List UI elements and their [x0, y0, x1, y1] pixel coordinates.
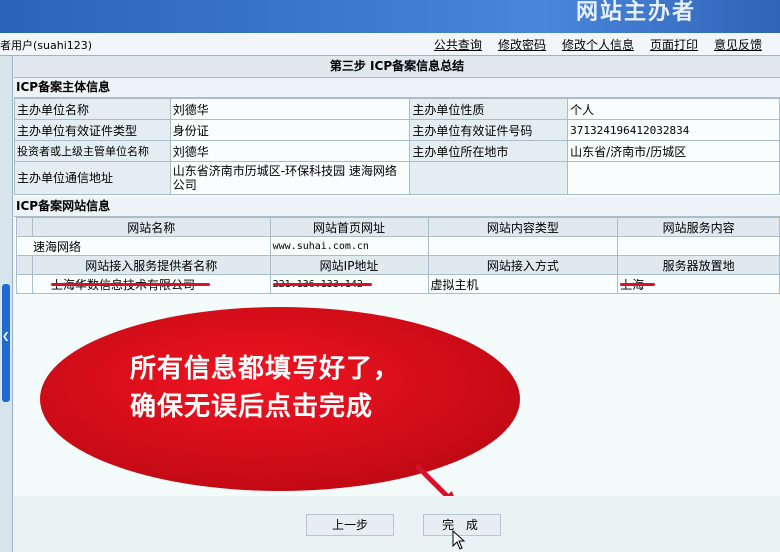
callout-line-2: 确保无误后点击完成: [130, 392, 374, 422]
link-public-query[interactable]: 公共查询: [434, 36, 482, 53]
value-org-nature: 个人: [567, 98, 780, 120]
website-info-table: 网站名称 网站首页网址 网站内容类型 网站服务内容 速海网络 www.suhai…: [16, 217, 780, 294]
link-edit-profile[interactable]: 修改个人信息: [562, 36, 634, 53]
value-id-number: 371324196412032834: [567, 119, 780, 141]
value-site-name: 速海网络: [16, 236, 271, 256]
value-city: 山东省/济南市/历城区: [567, 140, 780, 162]
header-service-content: 网站服务内容: [617, 217, 780, 237]
table-row: 网站名称 网站首页网址 网站内容类型 网站服务内容: [16, 217, 780, 237]
table-row: 投资者或上级主管单位名称 刘德华 主办单位所在地市 山东省/济南市/历城区: [14, 140, 780, 162]
value-org-name: 刘德华: [169, 98, 411, 120]
header-access-method: 网站接入方式: [427, 255, 619, 275]
table-row: 上海华数信息技术有限公司 221.136.133.142 虚拟主机 上海: [16, 274, 780, 294]
value-content-type: [427, 236, 619, 256]
redaction-mark: [620, 283, 655, 286]
cursor-arrow-icon: [452, 530, 466, 550]
label-org-name: 主办单位名称: [14, 98, 171, 120]
value-address: 山东省济南市历城区-环保科技园 速海网络公司: [169, 161, 411, 195]
left-sidebar-strip: [0, 56, 13, 552]
access-row-spacer: [16, 274, 33, 294]
table-row: 主办单位名称 刘德华 主办单位性质 个人: [14, 98, 780, 120]
value-empty: [567, 161, 780, 195]
label-investor: 投资者或上级主管单位名称: [14, 140, 171, 162]
access-spacer: [16, 255, 33, 275]
value-ip-address: 221.136.133.142: [269, 274, 429, 294]
header-access-provider: 网站接入服务提供者名称: [31, 255, 271, 275]
label-id-number: 主办单位有效证件号码: [409, 119, 569, 141]
label-id-type: 主办单位有效证件类型: [14, 119, 171, 141]
table-row: 主办单位通信地址 山东省济南市历城区-环保科技园 速海网络公司: [14, 161, 780, 195]
table-row: 速海网络 www.suhai.com.cn: [16, 236, 780, 256]
value-service-content: [617, 236, 780, 256]
link-change-password[interactable]: 修改密码: [498, 36, 546, 53]
subject-info-table: 主办单位名称 刘德华 主办单位性质 个人 主办单位有效证件类型 身份证 主办单位…: [14, 98, 780, 195]
header-server-location: 服务器放置地: [617, 255, 780, 275]
callout-text: 所有信息都填写好了， 确保无误后点击完成: [130, 350, 510, 426]
header-banner: 网站主办者: [0, 0, 780, 33]
subject-section-title: ICP备案主体信息: [14, 78, 780, 98]
value-access-provider: 上海华数信息技术有限公司: [31, 274, 271, 294]
top-links: 公共查询 修改密码 修改个人信息 页面打印 意见反馈: [434, 36, 762, 53]
prev-step-button[interactable]: 上一步: [306, 514, 394, 536]
value-site-url: www.suhai.com.cn: [269, 236, 429, 256]
label-address: 主办单位通信地址: [14, 161, 171, 195]
website-section-title: ICP备案网站信息: [14, 197, 780, 217]
value-access-method: 虚拟主机: [427, 274, 619, 294]
table-row: 网站接入服务提供者名称 网站IP地址 网站接入方式 服务器放置地: [16, 255, 780, 275]
collapse-handle-icon[interactable]: [2, 284, 10, 402]
link-feedback[interactable]: 意见反馈: [714, 36, 762, 53]
redaction-mark: [50, 283, 210, 286]
button-bar: 上一步 完 成: [14, 496, 780, 552]
value-id-type: 身份证: [169, 119, 411, 141]
redaction-mark: [272, 283, 372, 286]
header-site-url: 网站首页网址: [269, 217, 429, 237]
callout-line-1: 所有信息都填写好了，: [130, 354, 401, 384]
step-title: 第三步 ICP备案信息总结: [14, 56, 780, 78]
header-ip-address: 网站IP地址: [269, 255, 429, 275]
banner-title: 网站主办者: [575, 0, 696, 25]
top-bar: 者用户(suahi123) 公共查询 修改密码 修改个人信息 页面打印 意见反馈: [0, 33, 780, 56]
value-server-location: 上海: [617, 274, 780, 294]
current-user: 者用户(suahi123): [0, 39, 93, 52]
link-print-page[interactable]: 页面打印: [650, 36, 698, 53]
label-city: 主办单位所在地市: [409, 140, 569, 162]
label-org-nature: 主办单位性质: [409, 98, 569, 120]
header-site-name: 网站名称: [31, 217, 271, 237]
table-row: 主办单位有效证件类型 身份证 主办单位有效证件号码 37132419641203…: [14, 119, 780, 141]
header-content-type: 网站内容类型: [427, 217, 619, 237]
label-empty: [409, 161, 569, 195]
header-spacer: [16, 217, 33, 237]
value-investor: 刘德华: [169, 140, 411, 162]
